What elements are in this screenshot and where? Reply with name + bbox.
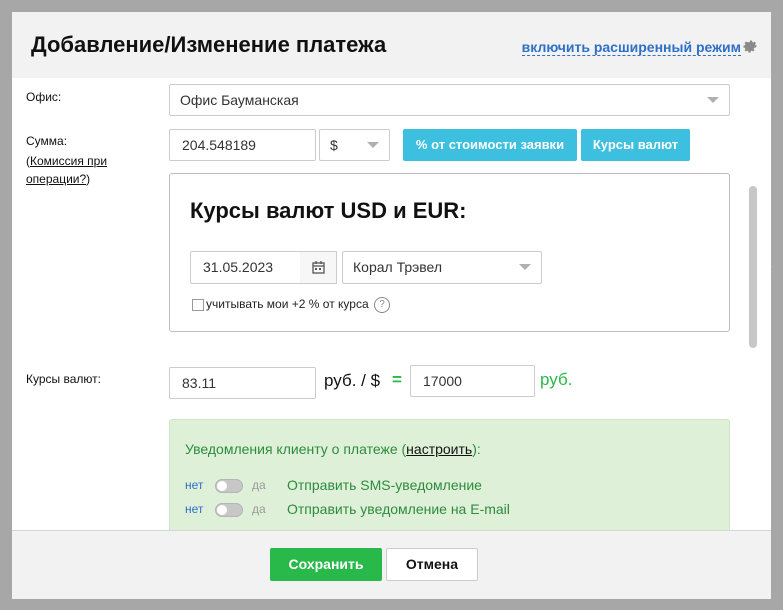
cancel-button[interactable]: Отмена — [386, 548, 478, 581]
office-label: Офис: — [26, 90, 62, 104]
percent-of-order-button[interactable]: % от стоимости заявки — [403, 129, 577, 161]
currency-select[interactable]: $ — [319, 129, 390, 161]
email-no-label: нет — [185, 502, 204, 516]
equals-sign: = — [392, 370, 402, 389]
rates-label: Курсы валют: — [26, 372, 101, 386]
email-yes-label: да — [252, 502, 266, 516]
notifications-title-prefix: Уведомления клиенту о платеже ( — [185, 441, 407, 457]
vertical-scrollbar[interactable] — [749, 186, 757, 348]
modal-header: Добавление/Изменение платежа включить ра… — [12, 12, 771, 78]
calendar-icon — [312, 261, 325, 274]
help-icon[interactable]: ? — [374, 297, 390, 313]
rub-input[interactable]: 17000 — [410, 365, 535, 397]
sms-notification-label: Отправить SMS-уведомление — [287, 477, 482, 493]
rate-unit: руб. / $ — [324, 371, 381, 390]
amount-label: Сумма: — [26, 134, 68, 148]
commission-link[interactable]: Комиссия при операции? — [26, 154, 107, 186]
office-select-value: Офис Бауманская — [180, 92, 299, 108]
date-picker: 31.05.2023 — [190, 251, 337, 284]
markup-checkbox[interactable] — [192, 299, 204, 311]
rates-panel-title: Курсы валют USD и EUR: — [190, 198, 467, 223]
operator-select[interactable]: Корал Трэвел — [342, 251, 542, 284]
modal-footer: Сохранить Отмена — [12, 530, 771, 599]
currency-rates-button[interactable]: Курсы валют — [581, 129, 690, 161]
notifications-title: Уведомления клиенту о платеже (настроить… — [185, 441, 481, 457]
office-select[interactable]: Офис Бауманская — [169, 84, 730, 116]
date-input[interactable]: 31.05.2023 — [190, 251, 301, 284]
operator-select-value: Корал Трэвел — [353, 259, 443, 275]
amount-input[interactable]: 204.548189 — [169, 129, 316, 161]
notifications-panel: Уведомления клиенту о платеже (настроить… — [169, 419, 730, 530]
gear-icon[interactable] — [741, 37, 759, 55]
save-button[interactable]: Сохранить — [270, 548, 382, 581]
email-notification-label: Отправить уведомление на E-mail — [287, 501, 510, 517]
payment-modal: Добавление/Изменение платежа включить ра… — [12, 12, 771, 599]
email-toggle[interactable] — [215, 503, 243, 517]
sms-yes-label: да — [252, 478, 266, 492]
currency-select-value: $ — [330, 137, 338, 153]
modal-body: Офис: Офис Бауманская Сумма: (Комиссия п… — [12, 78, 771, 530]
commission-text: (Комиссия при операции?) — [26, 154, 108, 186]
calendar-button[interactable] — [300, 251, 337, 284]
sms-no-label: нет — [185, 478, 204, 492]
chevron-down-icon — [707, 97, 719, 103]
chevron-down-icon — [367, 142, 379, 148]
advanced-mode-link[interactable]: включить расширенный режим — [521, 39, 741, 56]
notifications-title-suffix: ): — [472, 441, 481, 457]
sms-toggle[interactable] — [215, 479, 243, 493]
chevron-down-icon — [519, 264, 531, 270]
currency-rates-panel: Курсы валют USD и EUR: 31.05.2023 Корал … — [169, 173, 730, 332]
modal-title: Добавление/Изменение платежа — [31, 32, 387, 57]
rate-input[interactable]: 83.11 — [169, 367, 316, 399]
markup-checkbox-label[interactable]: учитывать мои +2 % от курса — [206, 297, 369, 311]
rub-unit: руб. — [540, 370, 573, 389]
configure-link[interactable]: настроить — [406, 441, 472, 457]
